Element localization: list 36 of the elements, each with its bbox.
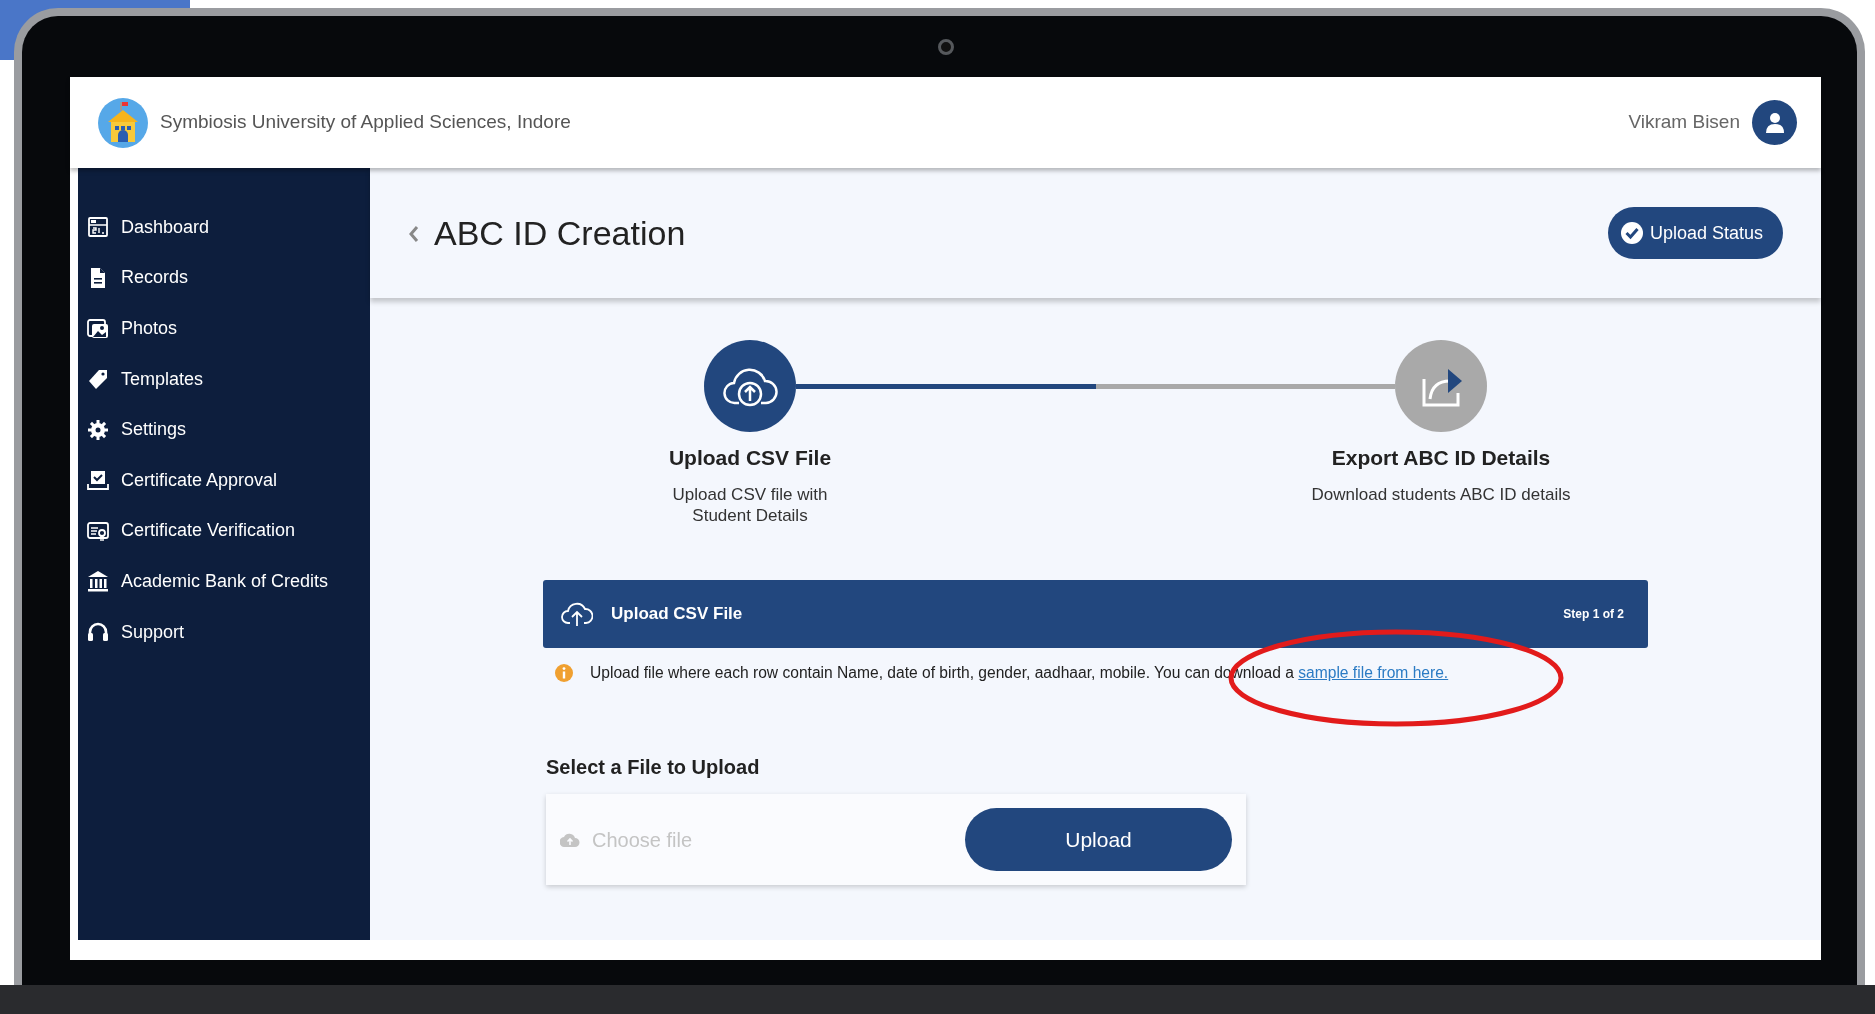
sidebar-item[interactable]: Records	[86, 252, 370, 304]
cloud-upload-icon	[560, 832, 580, 848]
upload-button[interactable]: Upload	[965, 808, 1232, 872]
settings-icon	[86, 417, 110, 442]
bank-icon	[86, 569, 110, 594]
check-circle-icon	[1619, 221, 1644, 245]
step-title: Upload CSV File	[668, 445, 832, 471]
step-description: Upload CSV file with Student Details	[672, 483, 828, 526]
avatar-icon[interactable]	[1752, 100, 1797, 145]
page-title: ABC ID Creation	[434, 212, 686, 254]
upload-status-button[interactable]: Upload Status	[1607, 207, 1783, 259]
school-logo-icon	[98, 97, 148, 148]
sidebar-item[interactable]: Support	[86, 606, 370, 658]
sample-file-link[interactable]: sample file from here.	[1298, 664, 1449, 681]
field-label: Select a File to Upload	[546, 755, 761, 781]
sidebar-item[interactable]: Settings	[86, 404, 370, 455]
calendar-icon	[86, 215, 110, 240]
cloud-upload-icon	[561, 601, 593, 627]
card-title: Upload CSV File	[611, 603, 743, 626]
file-input-field[interactable]: Choose file	[590, 823, 850, 856]
sidebar-item[interactable]: Certificate Approval	[86, 454, 370, 506]
sidebar-item[interactable]: Templates	[86, 353, 370, 405]
sidebar-item[interactable]: Dashboard	[86, 202, 370, 253]
sidebar-item[interactable]: Academic Bank of Credits	[86, 556, 370, 607]
university-name: Symbiosis University of Applied Sciences, Indore	[160, 110, 571, 135]
step-description: Download students ABC ID details	[1311, 483, 1571, 505]
camera-icon	[937, 38, 954, 55]
step-counter: Step 1 of 2	[1563, 606, 1624, 623]
tag-icon	[86, 367, 110, 392]
photo-icon	[86, 316, 110, 341]
approval-icon	[86, 468, 110, 493]
user-name: Vikram Bisen	[1628, 110, 1740, 135]
info-icon	[555, 663, 573, 682]
sidebar-item[interactable]: Photos	[86, 303, 370, 354]
step-title: Export ABC ID Details	[1331, 445, 1551, 471]
sidebar-item[interactable]: Certificate Verification	[86, 505, 370, 557]
